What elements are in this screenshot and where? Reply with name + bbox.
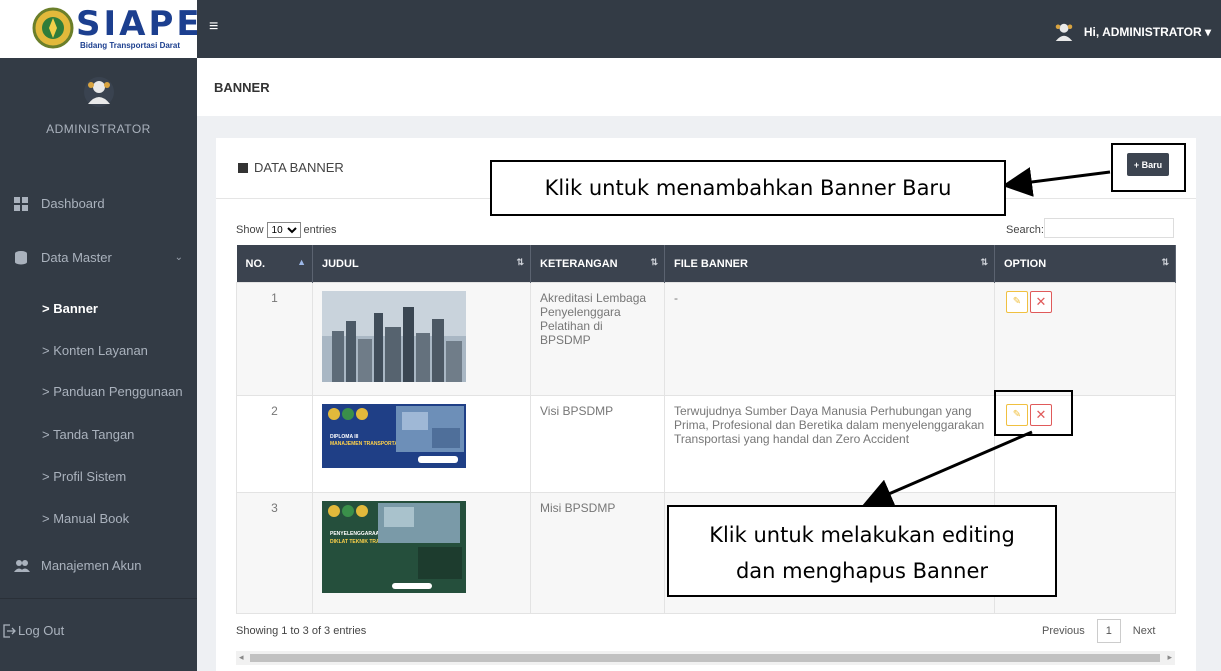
logout-icon (2, 623, 16, 638)
column-label: JUDUL (322, 257, 359, 270)
banner-thumbnail-diklat[interactable]: PENYELENGGARAAN DIKLAT TEKNIK TRANSPORTA… (322, 501, 466, 593)
sidebar-divider (0, 598, 197, 599)
column-header-option[interactable]: OPTION ⇅ (994, 245, 1176, 283)
sidebar-item-label: Data Master (41, 250, 112, 265)
page-title: BANNER (214, 80, 270, 95)
users-icon (14, 559, 30, 573)
annotation-edit-line2: dan menghapus Banner (735, 559, 989, 583)
annotation-edit: Klik untuk melakukan editing dan menghap… (667, 505, 1057, 597)
banner-thumbnail-diploma[interactable]: DIPLOMA III MANAJEMEN TRANSPORTASI JALAN (322, 404, 466, 468)
brand-logo[interactable]: SIAPEL Bidang Transportasi Darat (0, 0, 224, 58)
sort-icon: ⇅ (516, 257, 524, 267)
table-info: Showing 1 to 3 of 3 entries (236, 625, 367, 637)
horizontal-scrollbar[interactable]: ◂ ▸ (236, 651, 1175, 665)
sidebar-item-logout[interactable]: Log Out (0, 623, 197, 638)
scrollbar-thumb[interactable] (250, 654, 1160, 662)
sidebar-item-profil-sistem[interactable]: > Profil Sistem (42, 469, 126, 484)
column-header-no[interactable]: NO. ▲ (236, 245, 313, 283)
highlight-option-buttons (994, 390, 1073, 436)
delete-button[interactable]: ✕ (1030, 291, 1052, 313)
entries-select[interactable]: 10 (266, 222, 301, 238)
sidebar-item-konten-layanan[interactable]: > Konten Layanan (42, 343, 148, 358)
sidebar-item-panduan-penggunaan[interactable]: > Panduan Penggunaan (42, 384, 183, 399)
sidebar-item-banner[interactable]: > Banner (42, 301, 98, 316)
previous-button[interactable]: Previous (1042, 625, 1085, 637)
sidebar-item-manual-book[interactable]: > Manual Book (42, 511, 129, 526)
brand-subtitle: Bidang Transportasi Darat (80, 41, 181, 50)
column-label: NO. (245, 257, 266, 270)
cell-keterangan: Akreditasi Lembaga Penyelenggara Pelatih… (530, 282, 665, 396)
scroll-left-icon[interactable]: ◂ (239, 652, 244, 663)
menu-toggle-icon[interactable]: ≡ (209, 18, 218, 36)
column-header-file-banner[interactable]: FILE BANNER ⇅ (664, 245, 995, 283)
table-row: 1 Akreditasi Lembaga Penyelenggara Pelat… (236, 282, 1176, 396)
cell-judul: PENYELENGGARAAN DIKLAT TEKNIK TRANSPORTA… (312, 492, 531, 614)
sidebar-item-data-master[interactable]: Data Master ⌄ (0, 250, 197, 265)
show-suffix: entries (303, 224, 337, 236)
page-button[interactable]: 1 (1096, 619, 1121, 643)
column-header-keterangan[interactable]: KETERANGAN ⇅ (530, 245, 665, 283)
cell-keterangan: Visi BPSDMP (530, 395, 665, 493)
column-label: KETERANGAN (540, 257, 618, 270)
banner3-heading1: PENYELENGGARAAN (330, 531, 383, 537)
user-menu[interactable]: Hi, ADMINISTRATOR ▾ (1052, 20, 1211, 44)
show-prefix: Show (236, 224, 264, 236)
topbar: ≡ Hi, ADMINISTRATOR ▾ (197, 0, 1221, 58)
edit-button[interactable]: ✎ (1006, 291, 1028, 313)
sidebar-item-dashboard[interactable]: Dashboard (0, 196, 197, 211)
annotation-edit-line1: Klik untuk melakukan editing (709, 523, 1015, 547)
sort-icon: ⇅ (650, 257, 658, 267)
emblem-icon (32, 7, 74, 49)
banner-thumbnail-city[interactable] (322, 291, 466, 382)
dashboard-icon (14, 196, 28, 211)
sidebar-item-label: Log Out (18, 623, 65, 638)
cell-file-banner: Terwujudnya Sumber Daya Manusia Perhubun… (664, 395, 995, 493)
sidebar-item-label: Dashboard (41, 196, 105, 211)
cell-no: 3 (236, 492, 313, 614)
sidebar-user-name: ADMINISTRATOR (46, 122, 151, 136)
panel-title-text: DATA BANNER (254, 160, 344, 175)
cell-judul: DIPLOMA III MANAJEMEN TRANSPORTASI JALAN (312, 395, 531, 493)
sort-asc-icon: ▲ (297, 257, 306, 267)
column-label: FILE BANNER (674, 257, 748, 270)
search-label: Search: (1006, 224, 1044, 236)
edit-icon: ✎ (1012, 296, 1022, 307)
cell-file-banner: - (664, 282, 995, 396)
column-label: OPTION (1004, 257, 1047, 270)
pagination: Previous 1 Next (1042, 619, 1155, 643)
cell-no: 2 (236, 395, 313, 493)
cell-keterangan: Misi BPSDMP (530, 492, 665, 614)
search-input[interactable] (1044, 218, 1174, 238)
sidebar-item-tanda-tangan[interactable]: > Tanda Tangan (42, 427, 134, 442)
user-menu-label: Hi, ADMINISTRATOR ▾ (1083, 25, 1211, 39)
scroll-right-icon[interactable]: ▸ (1167, 652, 1172, 663)
window-icon (238, 162, 248, 173)
avatar (84, 77, 114, 107)
highlight-add-button (1111, 143, 1186, 192)
sort-icon: ⇅ (1161, 257, 1169, 267)
sidebar-item-label: Manajemen Akun (41, 558, 142, 573)
sidebar-item-manajemen-akun[interactable]: Manajemen Akun (0, 558, 197, 573)
annotation-add: Klik untuk menambahkan Banner Baru (490, 160, 1006, 216)
sort-icon: ⇅ (980, 257, 988, 267)
sidebar: SIAPEL Bidang Transportasi Darat ADMINIS… (0, 0, 224, 671)
show-entries: Show 10 entries (236, 222, 337, 238)
chevron-down-icon: ⌄ (174, 252, 183, 263)
page-header: BANNER (197, 58, 1221, 116)
next-button[interactable]: Next (1133, 625, 1156, 637)
avatar (1055, 23, 1073, 41)
close-icon: ✕ (1035, 294, 1047, 309)
cell-no: 1 (236, 282, 313, 396)
column-header-judul[interactable]: JUDUL ⇅ (312, 245, 531, 283)
cell-judul (312, 282, 531, 396)
banner2-heading1: DIPLOMA III (330, 434, 359, 440)
cell-option: ✎ ✕ (994, 282, 1176, 396)
panel-title: DATA BANNER (238, 160, 344, 175)
database-icon (14, 250, 28, 265)
